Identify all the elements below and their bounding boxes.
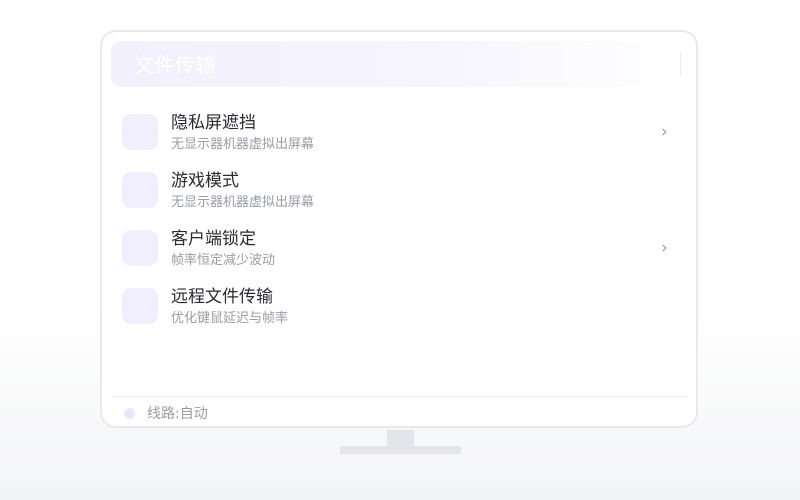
menu-item-game-mode[interactable]: 游戏模式 无显示器机器虚拟出屏幕 bbox=[120, 166, 660, 214]
menu-item-client-lock[interactable]: 客户端锁定 帧率恒定减少波动 › bbox=[120, 224, 668, 272]
game-mode-icon bbox=[122, 172, 158, 208]
chevron-right-icon[interactable]: › bbox=[661, 124, 668, 141]
privacy-screen-icon bbox=[122, 114, 158, 150]
title-divider bbox=[680, 52, 681, 76]
client-lock-icon bbox=[122, 230, 158, 266]
chevron-right-icon[interactable]: › bbox=[661, 240, 668, 257]
footer-divider bbox=[113, 396, 689, 397]
menu-item-title: 远程文件传输 bbox=[171, 287, 273, 307]
monitor-frame: 文件传输 隐私屏遮挡 无显示器机器虚拟出屏幕 › 游戏模式 无显示器机器虚拟出屏… bbox=[100, 30, 698, 428]
menu-item-subtitle: 无显示器机器虚拟出屏幕 bbox=[171, 137, 315, 152]
menu-item-title: 隐私屏遮挡 bbox=[171, 113, 256, 133]
menu-item-remote-file-transfer[interactable]: 远程文件传输 优化键鼠延迟与帧率 bbox=[120, 282, 660, 330]
file-transfer-icon bbox=[122, 288, 158, 324]
monitor-stand-neck bbox=[387, 430, 414, 447]
menu-item-subtitle: 帧率恒定减少波动 bbox=[171, 253, 276, 268]
monitor-stand-base bbox=[340, 446, 461, 454]
route-status-label: 线路:自动 bbox=[147, 406, 208, 422]
menu-item-title: 客户端锁定 bbox=[171, 229, 256, 249]
menu-item-subtitle: 优化键鼠延迟与帧率 bbox=[171, 311, 289, 326]
menu-item-subtitle: 无显示器机器虚拟出屏幕 bbox=[171, 195, 315, 210]
menu-item-title: 游戏模式 bbox=[171, 171, 239, 191]
status-dot-icon bbox=[124, 408, 135, 419]
menu-item-privacy-screen[interactable]: 隐私屏遮挡 无显示器机器虚拟出屏幕 › bbox=[120, 108, 668, 156]
title-bar: 文件传输 bbox=[111, 41, 689, 87]
page-title: 文件传输 bbox=[134, 53, 216, 77]
